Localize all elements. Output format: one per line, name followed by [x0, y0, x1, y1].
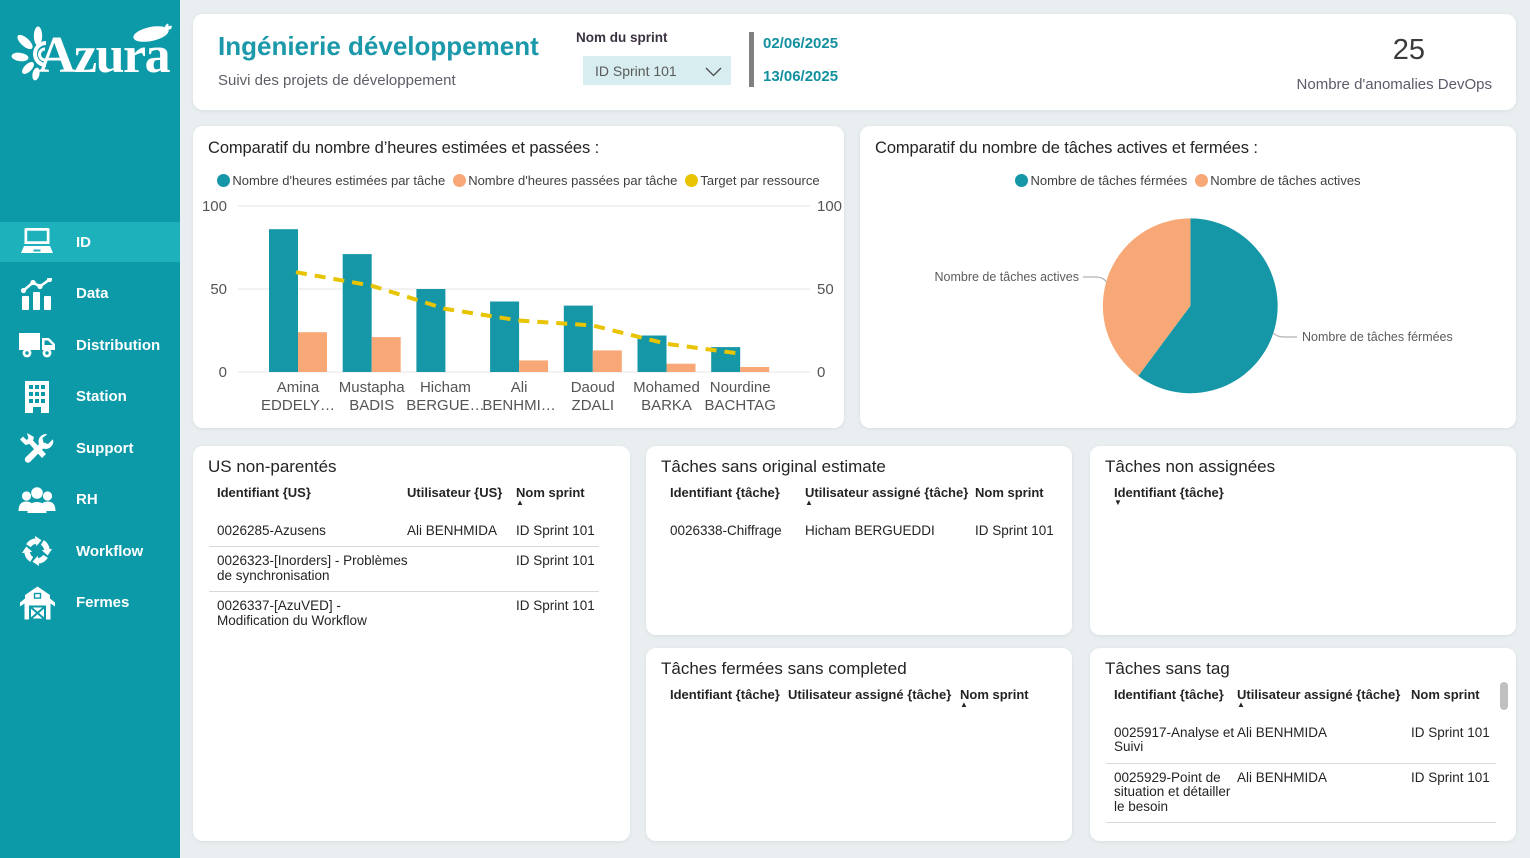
svg-text:Mohamed: Mohamed: [633, 379, 700, 396]
svg-text:BARKA: BARKA: [641, 397, 692, 414]
svg-text:Nombre de tâches férmées: Nombre de tâches férmées: [1302, 330, 1453, 344]
svg-text:Daoud: Daoud: [571, 379, 615, 396]
svg-text:BADIS: BADIS: [349, 397, 394, 414]
svg-text:BERGUE…: BERGUE…: [406, 397, 484, 414]
svg-text:EDDELY…: EDDELY…: [261, 397, 335, 414]
svg-text:50: 50: [210, 281, 227, 298]
svg-text:100: 100: [202, 198, 227, 215]
svg-text:Amina: Amina: [277, 379, 320, 396]
svg-text:Nourdine: Nourdine: [710, 379, 771, 396]
svg-text:0: 0: [817, 364, 825, 381]
svg-text:0: 0: [219, 364, 227, 381]
svg-text:Ali: Ali: [511, 379, 528, 396]
svg-text:BENHMI…: BENHMI…: [482, 397, 555, 414]
svg-text:50: 50: [817, 281, 834, 298]
svg-text:Mustapha: Mustapha: [339, 379, 406, 396]
svg-text:Hicham: Hicham: [420, 379, 471, 396]
svg-text:100: 100: [817, 198, 842, 215]
svg-text:BACHTAG: BACHTAG: [704, 397, 775, 414]
svg-text:ZDALI: ZDALI: [572, 397, 615, 414]
svg-text:Nombre de tâches actives: Nombre de tâches actives: [934, 270, 1079, 284]
